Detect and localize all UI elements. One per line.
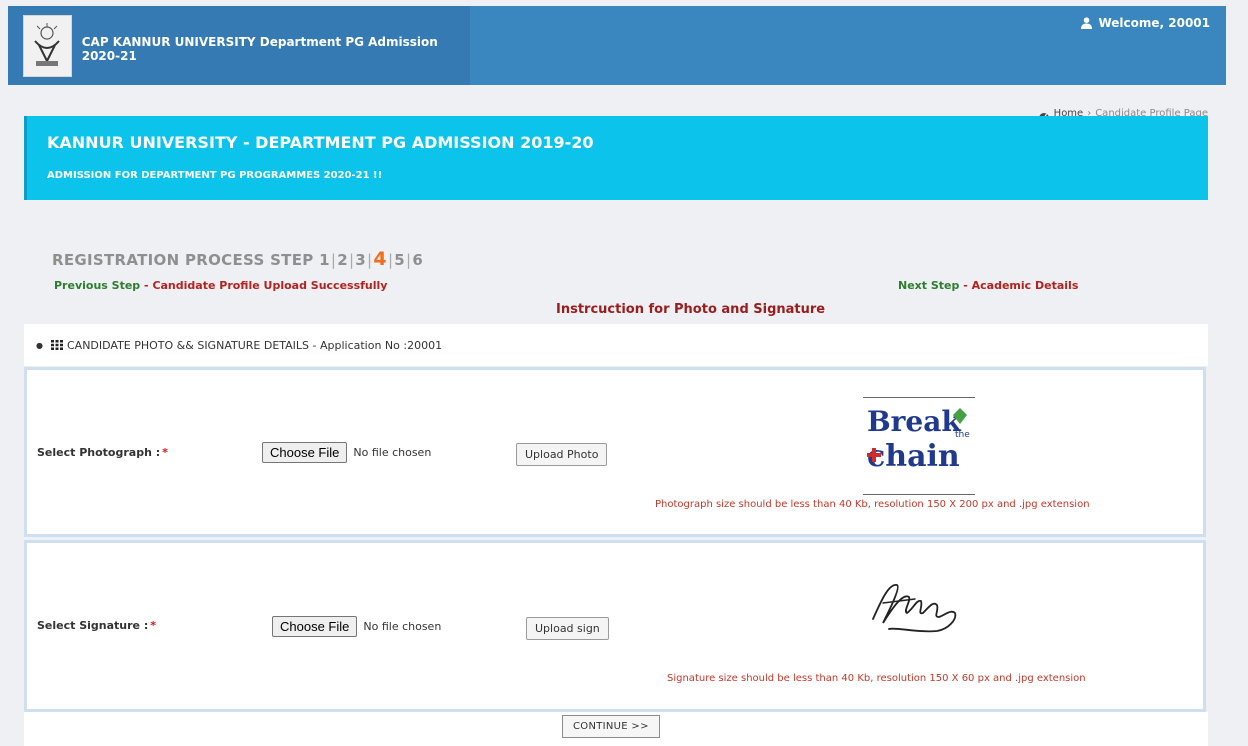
step-separator: | xyxy=(367,251,373,269)
banner-subtitle: ADMISSION FOR DEPARTMENT PG PROGRAMMES 2… xyxy=(47,170,383,181)
leaf-icon xyxy=(953,408,967,424)
red-cross-icon xyxy=(867,448,881,462)
step-2[interactable]: 2 xyxy=(337,251,348,269)
signature-label: Select Signature : * xyxy=(37,619,156,632)
instruction-link[interactable]: Instrcuction for Photo and Signature xyxy=(556,302,825,317)
next-step-label: Next Step xyxy=(898,279,960,292)
step-separator: | xyxy=(330,251,337,269)
signature-upload-card: Select Signature : * Choose File No file … xyxy=(24,540,1206,712)
previous-step-value: Candidate Profile Upload Successfully xyxy=(152,279,388,292)
next-step: Next Step - Academic Details xyxy=(898,279,1078,292)
signature-size-note: Signature size should be less than 40 Kb… xyxy=(667,673,1086,684)
registration-steps: REGISTRATION PROCESS STEP 1|2|3|4|5|6 xyxy=(52,248,423,270)
admission-banner: KANNUR UNIVERSITY - DEPARTMENT PG ADMISS… xyxy=(24,116,1208,200)
photo-label: Select Photograph : * xyxy=(37,446,168,459)
app-title: CAP KANNUR UNIVERSITY Department PG Admi… xyxy=(81,34,438,63)
bullet-icon: ● xyxy=(36,340,43,350)
banner-title: KANNUR UNIVERSITY - DEPARTMENT PG ADMISS… xyxy=(47,133,594,152)
signature-file-input[interactable]: Choose File No file chosen xyxy=(272,616,441,637)
steps-label: REGISTRATION PROCESS STEP xyxy=(52,251,314,269)
photo-size-note: Photograph size should be less than 40 K… xyxy=(655,499,1090,510)
step-separator: | xyxy=(348,251,355,269)
user-menu[interactable]: Welcome, 20001 xyxy=(1081,16,1210,30)
grid-icon xyxy=(50,340,63,350)
step-separator: | xyxy=(406,251,412,269)
photo-file-status: No file chosen xyxy=(353,446,432,459)
photo-choose-file-button[interactable]: Choose File xyxy=(262,442,348,463)
photo-label-text: Select Photograph : xyxy=(37,446,161,459)
preview-text-top: Break xyxy=(867,405,961,438)
step-separator: | xyxy=(387,251,394,269)
previous-step: Previous Step - Candidate Profile Upload… xyxy=(54,279,387,292)
step-5[interactable]: 5 xyxy=(394,251,405,269)
upload-photo-button[interactable]: Upload Photo xyxy=(516,443,608,466)
dash: - xyxy=(963,279,968,292)
section-header: ● CANDIDATE PHOTO && SIGNATURE DETAILS -… xyxy=(24,324,1208,366)
step-4-current[interactable]: 4 xyxy=(373,248,387,270)
signature-label-text: Select Signature : xyxy=(37,619,149,632)
section-title: CANDIDATE PHOTO && SIGNATURE DETAILS - A… xyxy=(66,338,443,352)
required-mark: * xyxy=(162,446,168,459)
user-icon xyxy=(1081,17,1093,29)
photo-file-input[interactable]: Choose File No file chosen xyxy=(262,442,431,463)
next-step-value: Academic Details xyxy=(971,279,1079,292)
upload-sign-button[interactable]: Upload sign xyxy=(526,617,609,640)
step-3[interactable]: 3 xyxy=(355,251,366,269)
signature-preview xyxy=(872,584,957,633)
previous-step-label: Previous Step xyxy=(54,279,141,292)
photo-upload-card: Select Photograph : * Choose File No file… xyxy=(24,367,1206,537)
step-1[interactable]: 1 xyxy=(319,251,330,269)
continue-button[interactable]: CONTINUE >> xyxy=(562,715,660,738)
step-6[interactable]: 6 xyxy=(412,251,423,269)
signature-file-status: No file chosen xyxy=(363,620,442,633)
required-mark: * xyxy=(150,619,157,632)
welcome-text: Welcome, 20001 xyxy=(1098,16,1210,30)
photo-preview: Break the chain xyxy=(863,397,975,495)
university-logo xyxy=(23,14,72,77)
brand-panel[interactable]: CAP KANNUR UNIVERSITY Department PG Admi… xyxy=(8,6,470,85)
top-navbar: CAP KANNUR UNIVERSITY Department PG Admi… xyxy=(8,6,1226,85)
dash: - xyxy=(144,279,149,292)
signature-choose-file-button[interactable]: Choose File xyxy=(272,616,358,637)
form-footer: CONTINUE >> xyxy=(24,712,1208,746)
